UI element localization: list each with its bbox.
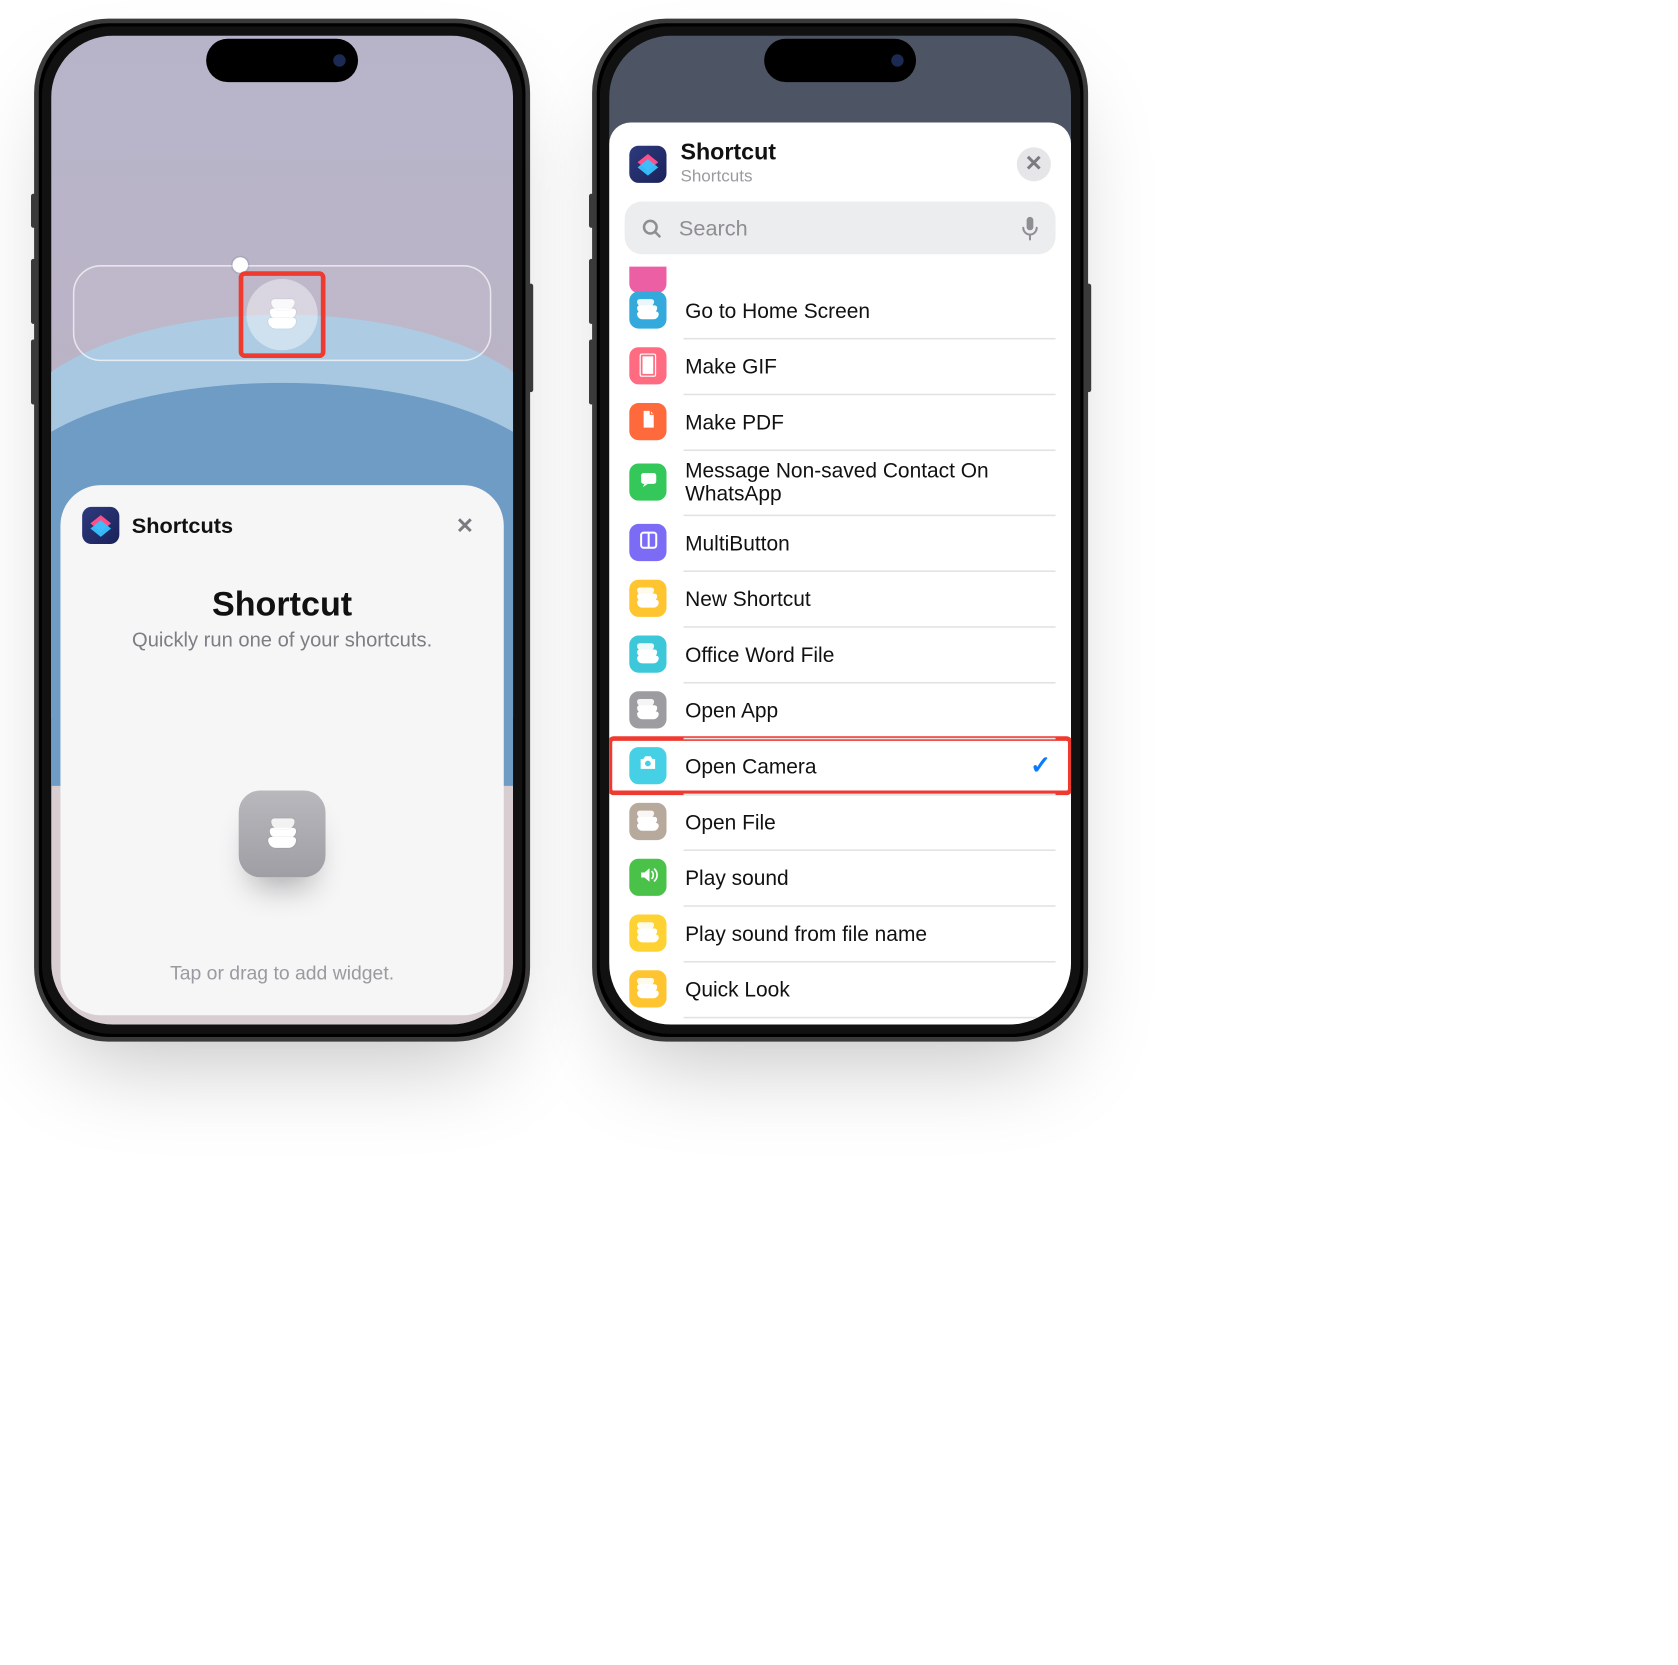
checkmark-icon: ✓ xyxy=(1030,750,1051,781)
shortcut-row-icon xyxy=(629,691,666,728)
power-button xyxy=(1087,284,1092,393)
shortcut-row-label: New Shortcut xyxy=(685,587,811,610)
shortcut-row[interactable]: Office Word File xyxy=(609,626,1071,682)
shortcut-row[interactable]: Open App xyxy=(609,682,1071,738)
close-button[interactable]: ✕ xyxy=(1017,147,1051,181)
shortcut-row-label: Open App xyxy=(685,698,778,721)
shortcut-row-icon xyxy=(629,859,666,896)
picker-app-name: Shortcuts xyxy=(132,513,233,538)
close-icon: ✕ xyxy=(456,512,474,538)
widget-slot[interactable] xyxy=(73,265,491,361)
volume-down-button xyxy=(31,339,36,404)
shortcuts-app-icon xyxy=(629,145,666,182)
photos-icon: 🂠 xyxy=(638,354,659,379)
shortcut-row-icon xyxy=(629,636,666,673)
shortcut-row-label: Play sound xyxy=(685,866,789,889)
widget-picker-sheet: Shortcuts ✕ Shortcut Quickly run one of … xyxy=(60,485,503,1015)
shortcut-row-icon xyxy=(629,403,666,440)
shortcut-row-label: Play sound from file name xyxy=(685,922,927,945)
close-icon: ✕ xyxy=(1025,150,1043,176)
phone-left: Thursday, November 23 8:40 xyxy=(34,19,530,1042)
shortcut-row-icon xyxy=(629,292,666,329)
shortcut-chooser-sheet: Shortcut Shortcuts ✕ Go t xyxy=(609,122,1071,1024)
shortcut-row-label: Message Non-saved Contact On WhatsApp xyxy=(685,459,1051,506)
shortcut-row[interactable]: Quick Look xyxy=(609,961,1071,1017)
shortcut-row[interactable]: Make PDF xyxy=(609,394,1071,450)
shortcut-row-icon xyxy=(629,803,666,840)
shortcut-row[interactable]: Rebind xyxy=(609,1017,1071,1025)
shortcut-row[interactable]: Message Non-saved Contact On WhatsApp xyxy=(609,450,1071,515)
volume-up-button xyxy=(589,259,594,324)
side-button xyxy=(589,194,594,228)
shortcut-row-label: MultiButton xyxy=(685,531,790,554)
shortcut-row-label: Make PDF xyxy=(685,410,784,433)
volume-up-button xyxy=(31,259,36,324)
shortcut-row-label: Quick Look xyxy=(685,977,790,1000)
power-button xyxy=(529,284,534,393)
search-input[interactable] xyxy=(676,214,1008,242)
list-item-peek xyxy=(629,267,1051,283)
widget-preview[interactable] xyxy=(239,791,326,878)
shortcut-row-label: Go to Home Screen xyxy=(685,299,870,322)
shortcut-row[interactable]: 🂠 Make GIF xyxy=(609,338,1071,394)
volume-down-button xyxy=(589,339,594,404)
shortcut-row-icon: 🂠 xyxy=(629,347,666,384)
shortcut-row-icon xyxy=(629,915,666,952)
shortcut-row-label: Make GIF xyxy=(685,354,777,377)
shortcut-row-label: Open Camera xyxy=(685,754,816,777)
picker-subtitle: Quickly run one of your shortcuts. xyxy=(82,628,482,651)
dynamic-island xyxy=(206,39,358,82)
shortcut-row[interactable]: Go to Home Screen xyxy=(609,282,1071,338)
shortcuts-stack-icon xyxy=(268,301,296,329)
shortcuts-app-icon xyxy=(82,507,119,544)
shortcut-row-icon xyxy=(629,464,666,501)
mic-icon[interactable] xyxy=(1020,215,1040,241)
speaker-icon xyxy=(638,864,658,890)
document-icon xyxy=(638,409,658,435)
shortcut-row-icon xyxy=(629,747,666,784)
shortcut-row[interactable]: MultiButton xyxy=(609,515,1071,571)
shortcut-row[interactable]: Play sound from file name xyxy=(609,905,1071,961)
close-button[interactable]: ✕ xyxy=(448,508,482,542)
shortcut-row-label: Open File xyxy=(685,810,776,833)
shortcut-list[interactable]: Go to Home Screen 🂠 Make GIF Make PDF Messag… xyxy=(609,267,1071,1025)
chat-icon xyxy=(638,469,658,495)
dynamic-island xyxy=(764,39,916,82)
search-field[interactable] xyxy=(625,202,1056,255)
shortcut-row[interactable]: Play sound xyxy=(609,850,1071,906)
chooser-subtitle: Shortcuts xyxy=(680,167,776,186)
placed-shortcut-widget[interactable] xyxy=(239,271,326,358)
shortcut-row[interactable]: New Shortcut xyxy=(609,571,1071,627)
picker-title: Shortcut xyxy=(82,584,482,624)
camera-icon xyxy=(637,752,659,780)
search-icon xyxy=(640,216,663,239)
phone-right: Shortcut Shortcuts ✕ Go t xyxy=(592,19,1088,1042)
shortcut-row[interactable]: Open File xyxy=(609,794,1071,850)
shortcuts-stack-icon xyxy=(268,820,296,848)
picker-hint: Tap or drag to add widget. xyxy=(60,963,503,985)
side-button xyxy=(31,194,36,228)
shortcut-row-icon xyxy=(629,970,666,1007)
shortcut-row-icon xyxy=(629,580,666,617)
shortcut-row[interactable]: Open Camera ✓ xyxy=(609,738,1071,794)
chooser-title: Shortcut xyxy=(680,141,776,167)
shortcut-row-label: Office Word File xyxy=(685,643,834,666)
columns-icon xyxy=(638,529,658,555)
shortcut-row-icon xyxy=(629,524,666,561)
